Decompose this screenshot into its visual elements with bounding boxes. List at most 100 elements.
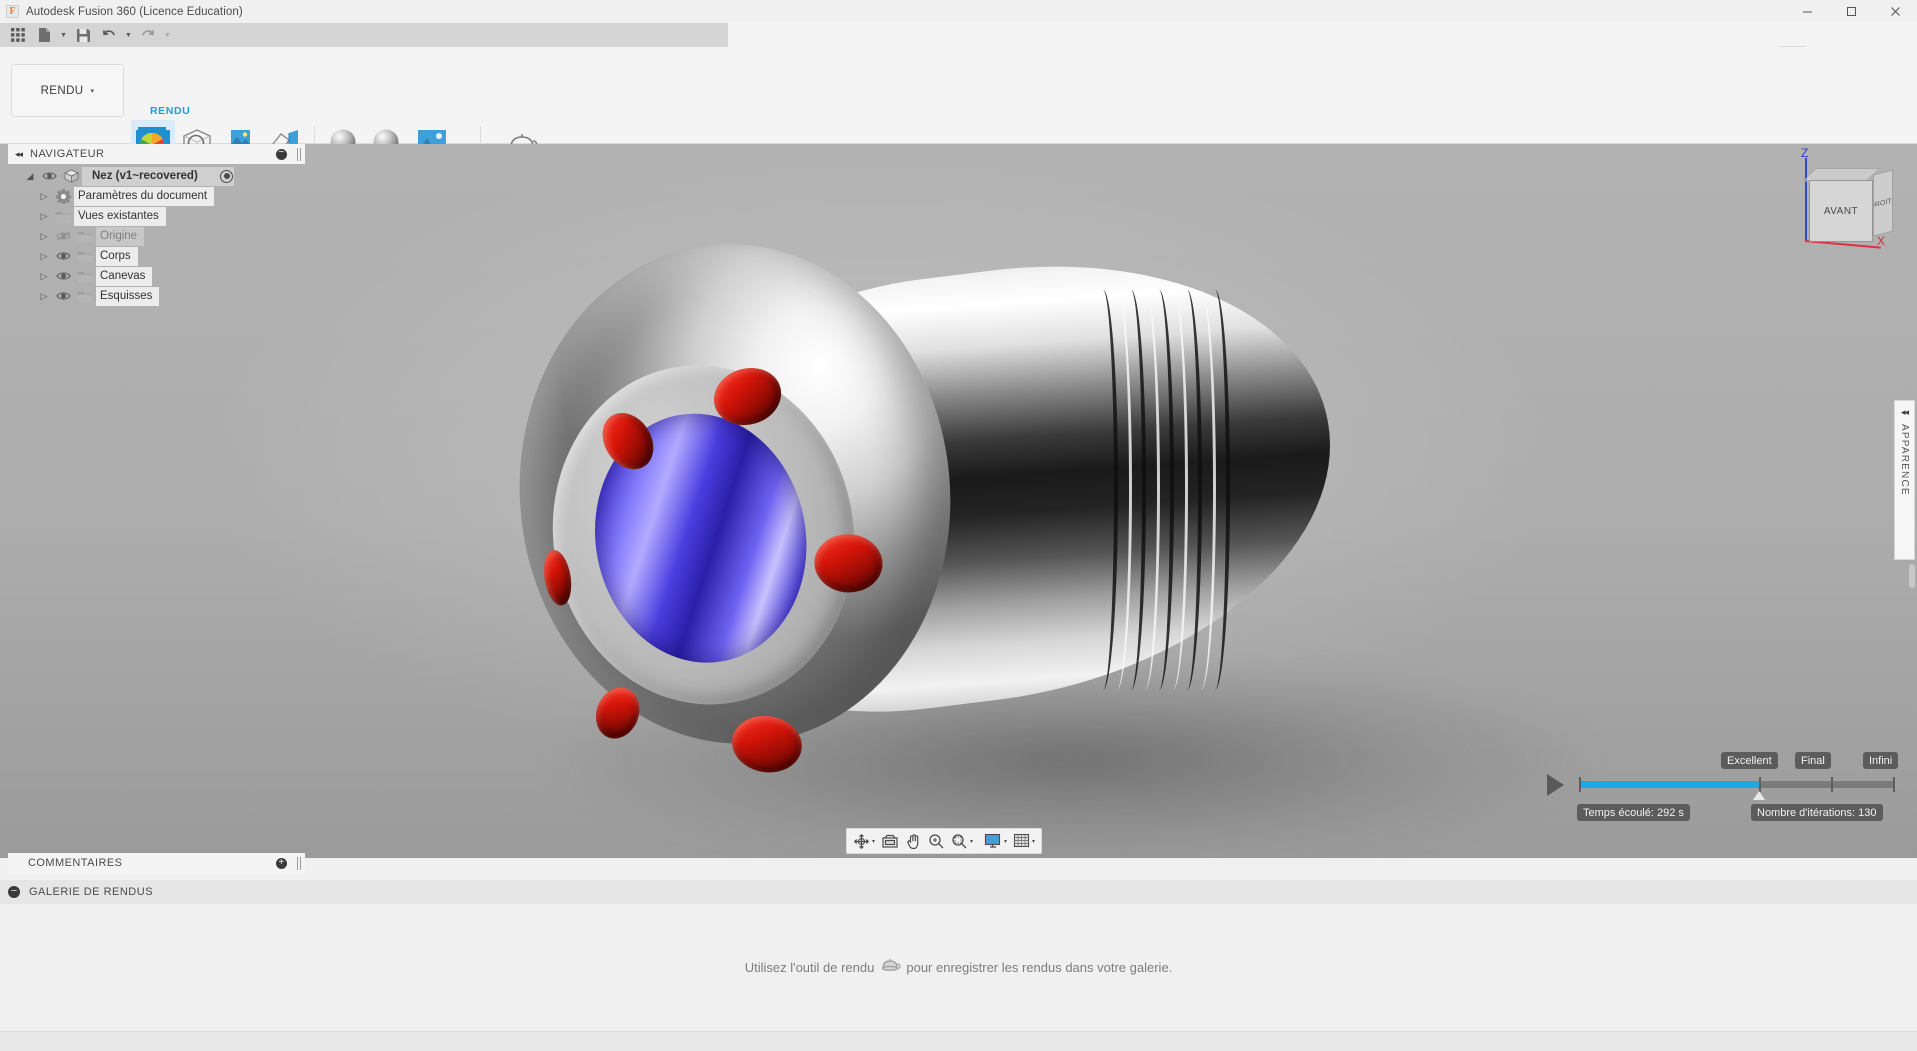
eye-off-icon[interactable] — [52, 231, 74, 241]
app-grid-icon[interactable] — [5, 24, 31, 46]
tree-node-esquisses[interactable]: ▷ Esquisses — [8, 286, 305, 306]
tree-node-label: Origine — [96, 226, 145, 246]
eye-icon[interactable] — [52, 291, 74, 301]
collapse-arrows-icon[interactable]: ◂◂ — [15, 149, 23, 160]
comments-panel-header[interactable]: COMMENTAIRES + — [8, 853, 305, 873]
chevron-down-icon[interactable]: ▾ — [872, 838, 875, 845]
zoom-icon[interactable] — [925, 830, 948, 852]
tree-node-label: Vues existantes — [74, 206, 166, 226]
quality-label-final[interactable]: Final — [1795, 752, 1831, 769]
render-progress-track[interactable] — [1579, 777, 1895, 792]
expander-icon[interactable]: ▷ — [36, 211, 52, 222]
new-file-caret-icon[interactable]: ▼ — [57, 24, 70, 46]
redo-caret-icon[interactable]: ▼ — [161, 24, 174, 46]
workspace-selector[interactable]: RENDU ▾ — [11, 64, 124, 117]
tree-node-corps[interactable]: ▷ Corps — [8, 246, 305, 266]
tree-node-label: Nez (v1~recovered) — [82, 166, 234, 186]
nez-3d-render — [499, 184, 1590, 858]
browser-panel: ◂◂ NAVIGATEUR − ◢ Nez (v1~recovered) ▷ P… — [8, 144, 305, 306]
orbit-icon[interactable]: ▾ — [850, 830, 878, 852]
collapse-arrows-icon[interactable]: ◂◂ — [1901, 407, 1909, 418]
render-gallery-header[interactable]: − GALERIE DE RENDUS — [0, 880, 1917, 904]
browser-title: NAVIGATEUR — [30, 148, 105, 160]
activate-radio-icon[interactable] — [220, 169, 233, 183]
pan-icon[interactable] — [902, 830, 925, 852]
gallery-hint-after: pour enregistrer les rendus dans votre g… — [906, 960, 1173, 975]
chevron-down-icon[interactable]: ▾ — [1032, 838, 1035, 845]
expander-icon[interactable]: ▷ — [36, 271, 52, 282]
minimize-button[interactable] — [1785, 0, 1829, 23]
undo-caret-icon[interactable]: ▼ — [122, 24, 135, 46]
view-cube[interactable]: Z X DROITE AVANT — [1783, 146, 1895, 250]
render-gallery-body: Utilisez l'outil de rendu pour enregistr… — [0, 904, 1917, 1031]
expander-icon[interactable]: ◢ — [22, 171, 38, 182]
component-icon — [60, 169, 82, 183]
track-tick — [1759, 777, 1761, 792]
tree-node-root[interactable]: ◢ Nez (v1~recovered) — [8, 166, 305, 186]
expander-icon[interactable]: ▷ — [36, 291, 52, 302]
model-grooves — [1080, 288, 1340, 692]
tree-node-label: Paramètres du document — [74, 186, 215, 206]
look-at-icon[interactable] — [878, 830, 902, 852]
eye-icon[interactable] — [52, 271, 74, 281]
save-icon[interactable] — [70, 24, 96, 46]
display-settings-icon[interactable]: ▾ — [981, 830, 1010, 852]
eye-icon[interactable] — [38, 171, 60, 181]
grid-snaps-icon[interactable]: ▾ — [1010, 830, 1038, 852]
ribbon-tab-rendu[interactable]: RENDU — [150, 105, 190, 117]
quality-label-excellent[interactable]: Excellent — [1721, 752, 1778, 769]
gallery-collapse-icon[interactable]: − — [8, 886, 20, 898]
new-file-icon[interactable] — [31, 24, 57, 46]
folder-icon — [74, 230, 96, 243]
window-controls — [1785, 0, 1917, 23]
tree-node-vues-existantes[interactable]: ▷ Vues existantes — [8, 206, 305, 226]
tree-node-origine[interactable]: ▷ Origine — [8, 226, 305, 246]
render-play-button[interactable] — [1547, 774, 1564, 796]
undo-icon[interactable] — [96, 24, 122, 46]
maximize-button[interactable] — [1829, 0, 1873, 23]
expander-icon[interactable]: ▷ — [36, 231, 52, 242]
apparence-palette[interactable]: ◂◂ APPARENCE — [1894, 400, 1915, 560]
viewport-scrollbar[interactable] — [1909, 564, 1915, 588]
expander-icon[interactable]: ▷ — [36, 251, 52, 262]
comments-resize-grip[interactable] — [297, 856, 301, 870]
browser-resize-grip[interactable] — [297, 147, 301, 161]
app-logo-icon: F — [6, 5, 19, 18]
quality-label-infini[interactable]: Infini — [1863, 752, 1899, 769]
groove — [1200, 288, 1230, 692]
eye-icon[interactable] — [52, 251, 74, 261]
title-bar: F Autodesk Fusion 360 (Licence Education… — [0, 0, 1917, 23]
comments-add-icon[interactable]: + — [276, 857, 287, 869]
track-tick — [1579, 777, 1581, 792]
gear-icon — [52, 188, 74, 204]
apparence-palette-title: APPARENCE — [1899, 424, 1910, 496]
fusion360-window: F Autodesk Fusion 360 (Licence Education… — [0, 0, 1917, 1051]
zoom-window-icon[interactable]: ▾ — [948, 830, 976, 852]
workspace-label: RENDU — [40, 84, 84, 97]
close-button[interactable] — [1873, 0, 1917, 23]
navigation-bar: ▾ ▾ ▾ ▾ — [846, 828, 1043, 854]
quick-access-toolbar: ▼ ▼ ▼ — [0, 23, 1917, 70]
render-gallery-hint: Utilisez l'outil de rendu pour enregistr… — [745, 957, 1173, 978]
tree-node-parametres-du-document[interactable]: ▷ Paramètres du document — [8, 186, 305, 206]
viewcube-axis-z-line — [1805, 158, 1807, 242]
render-progress-marker[interactable] — [1753, 791, 1765, 800]
viewcube-side-face[interactable]: DROITE — [1873, 169, 1893, 237]
tree-node-canevas[interactable]: ▷ Canevas — [8, 266, 305, 286]
viewcube-axis-x-label: X — [1877, 234, 1886, 248]
ribbon: RENDU ▾ RENDU — [0, 47, 1917, 187]
folder-icon — [52, 210, 74, 223]
browser-collapse-icon[interactable]: − — [276, 148, 287, 160]
redo-icon[interactable] — [135, 24, 161, 46]
folder-icon — [74, 250, 96, 263]
chevron-down-icon[interactable]: ▾ — [970, 838, 973, 845]
viewcube-front-face[interactable]: AVANT — [1809, 180, 1873, 242]
render-gallery-title: GALERIE DE RENDUS — [29, 886, 154, 898]
tree-node-label: Corps — [96, 246, 138, 266]
browser-header[interactable]: ◂◂ NAVIGATEUR − — [8, 144, 305, 164]
folder-icon — [74, 290, 96, 303]
track-tick — [1831, 777, 1833, 792]
iterations-chip: Nombre d'itérations: 130 — [1751, 804, 1883, 821]
chevron-down-icon[interactable]: ▾ — [1004, 838, 1007, 845]
expander-icon[interactable]: ▷ — [36, 191, 52, 202]
